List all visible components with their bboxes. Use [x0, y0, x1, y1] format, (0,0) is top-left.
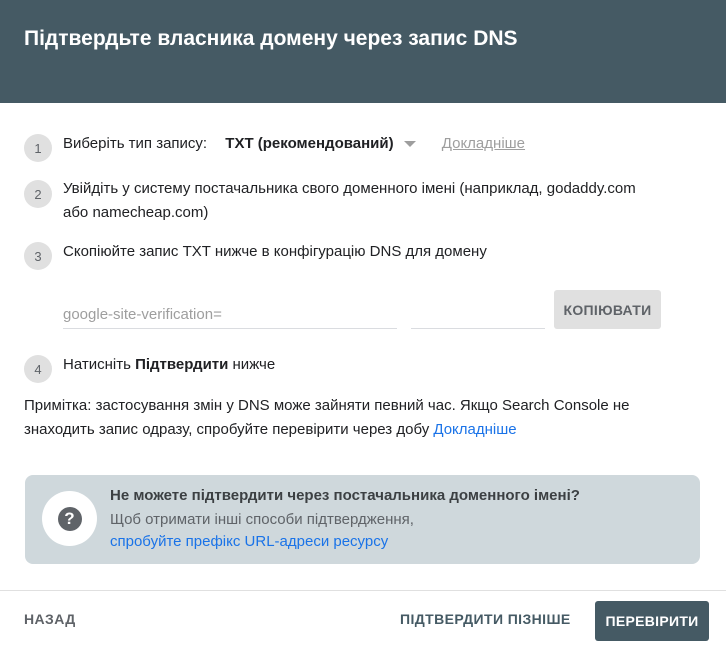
copy-button[interactable]: КОПІЮВАТИ: [554, 290, 661, 329]
step-number: 3: [24, 242, 52, 270]
alternative-method-box: ? Не можете підтвердити через постачальн…: [25, 475, 700, 564]
details-link[interactable]: Докладніше: [442, 132, 525, 156]
verify-button[interactable]: ПЕРЕВІРИТИ: [595, 601, 709, 641]
chevron-down-icon: [403, 141, 416, 148]
record-type-select[interactable]: TXT (рекомендований): [225, 132, 416, 156]
step-2: 2 Увійдіть у систему постачальника свого…: [24, 180, 636, 225]
help-icon: ?: [42, 491, 97, 546]
txt-record-value: google-site-verification=: [63, 306, 222, 323]
step-3-text: Скопіюйте запис TXT нижче в конфігурацію…: [63, 243, 487, 260]
step-1: 1 Виберіть тип запису: TXT (рекомендован…: [24, 134, 525, 162]
field-underline: [411, 328, 545, 329]
step-number: 1: [24, 134, 52, 162]
info-box-text: Щоб отримати інші способи підтвердження,: [110, 511, 414, 528]
info-box-title: Не можете підтвердити через постачальник…: [110, 487, 580, 504]
txt-record-field[interactable]: google-site-verification=: [63, 300, 545, 330]
question-mark-icon: ?: [57, 506, 82, 531]
step-number: 4: [24, 355, 52, 383]
step-4-text: Натисніть Підтвердити нижче: [63, 356, 276, 373]
step-number: 2: [24, 180, 52, 208]
back-button[interactable]: НАЗАД: [24, 611, 76, 627]
url-prefix-link[interactable]: спробуйте префікс URL-адреси ресурсу: [110, 533, 388, 550]
dns-note: Примітка: застосування змін у DNS може з…: [24, 397, 630, 438]
step-2-line-1: Увійдіть у систему постачальника свого д…: [63, 180, 636, 197]
dialog-title: Підтвердьте власника домену через запис …: [24, 27, 518, 50]
step-3: 3 Скопіюйте запис TXT нижче в конфігурац…: [24, 242, 487, 270]
step-2-line-2: або namecheap.com): [63, 204, 209, 221]
field-underline: [63, 328, 397, 329]
step-4: 4 Натисніть Підтвердити нижче: [24, 355, 275, 383]
verify-later-button[interactable]: ПІДТВЕРДИТИ ПІЗНІШЕ: [400, 611, 571, 627]
dialog-header: Підтвердьте власника домену через запис …: [0, 0, 726, 103]
record-type-label: Виберіть тип запису:: [63, 135, 208, 152]
footer-divider: [0, 590, 726, 591]
note-details-link[interactable]: Докладніше: [433, 421, 516, 438]
